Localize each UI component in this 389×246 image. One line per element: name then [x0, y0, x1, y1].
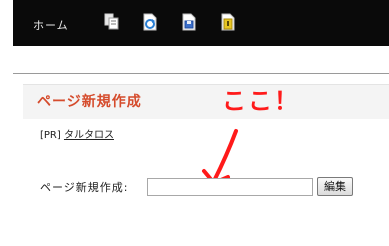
home-link[interactable]: ホーム — [33, 19, 69, 33]
lock-page-icon[interactable] — [220, 13, 236, 31]
page-title: ページ新規作成 — [37, 94, 142, 110]
annotation-text: ここ！ — [222, 87, 300, 115]
page-margin — [0, 0, 13, 46]
new-page-label: ページ新規作成: — [40, 181, 129, 194]
edit-button[interactable]: 編集 — [317, 177, 353, 196]
separator — [13, 73, 389, 74]
pr-prefix: [PR] — [40, 130, 61, 141]
save-page-icon[interactable] — [181, 13, 197, 31]
heading-box: ページ新規作成 — [23, 84, 389, 119]
toolbar: ホーム — [13, 0, 389, 46]
copy-pages-icon[interactable] — [104, 13, 120, 31]
pr-link[interactable]: タルタロス — [64, 130, 114, 141]
new-page-input[interactable] — [147, 178, 313, 196]
pr-line: [PR] タルタロス — [40, 129, 114, 142]
refresh-page-icon[interactable] — [142, 13, 158, 31]
